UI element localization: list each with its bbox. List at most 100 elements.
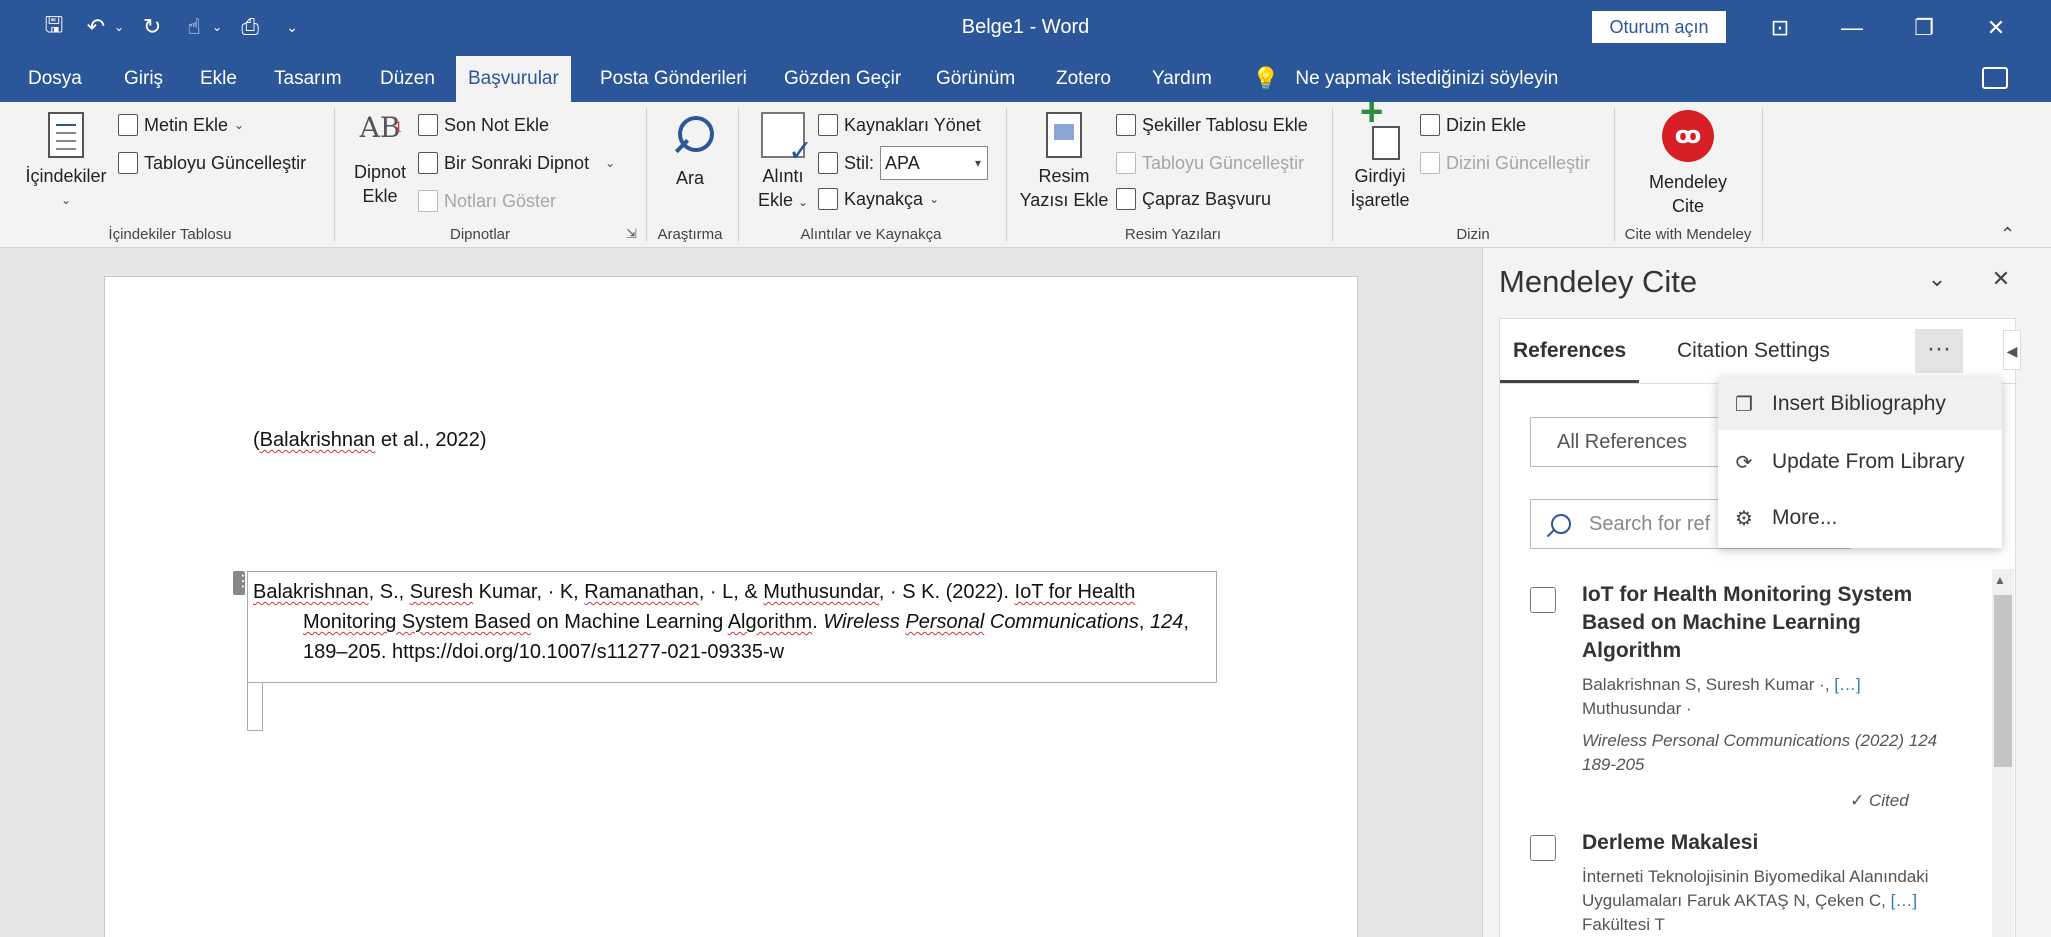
bibliography-button[interactable]: Kaynakça ⌄	[818, 188, 939, 210]
refresh-icon: ⟳	[1735, 451, 1753, 474]
tab-yardim[interactable]: Yardım	[1140, 56, 1224, 102]
signin-button[interactable]: Oturum açın	[1592, 11, 1726, 43]
cross-reference-button[interactable]: Çapraz Başvuru	[1116, 188, 1271, 210]
reference-checkbox[interactable]	[1530, 587, 1556, 613]
tab-gorunum[interactable]: Görünüm	[924, 56, 1027, 102]
group-label-captions: Resim Yazıları	[1124, 226, 1222, 243]
tell-me-search[interactable]: 💡 Ne yapmak istediğinizi söyleyin	[1252, 56, 1558, 102]
pane-options-icon[interactable]: ⌄	[1921, 266, 1953, 292]
authors-expand-link[interactable]: […]	[1834, 675, 1860, 694]
update-toc-button[interactable]: Tabloyu Güncelleştir	[118, 152, 306, 174]
redo-icon[interactable]: ↻	[138, 12, 166, 42]
insert-index-button[interactable]: Dizin Ekle	[1420, 114, 1526, 136]
bib-text: , · S K. (2022).	[878, 581, 1015, 603]
style-select[interactable]: APA ▾	[880, 146, 989, 180]
authors-text: Fakültesi T	[1582, 915, 1665, 934]
group-label-toc: İçindekiler Tablosu	[108, 226, 232, 243]
tab-references[interactable]: References	[1500, 319, 1640, 383]
add-text-button[interactable]: Metin Ekle ⌄	[118, 114, 244, 136]
touch-mode-icon[interactable]: ☝	[180, 12, 208, 42]
undo-dropdown-icon[interactable]: ⌄	[114, 20, 124, 34]
comments-icon[interactable]	[1982, 67, 2008, 89]
tab-zotero[interactable]: Zotero	[1044, 56, 1123, 102]
customize-qat-icon[interactable]: ⌄	[278, 12, 306, 42]
bib-title-4: Algorithm	[727, 611, 813, 633]
update-index-button[interactable]: Dizini Güncelleştir	[1420, 152, 1590, 174]
manage-sources-button[interactable]: Kaynakları Yönet	[818, 114, 981, 136]
update-figures-table-label: Tabloyu Güncelleştir	[1142, 152, 1305, 173]
bibliography-handle-icon[interactable]	[233, 571, 251, 595]
undo-icon[interactable]: ↶	[82, 12, 110, 42]
bib-volume: 124	[1149, 611, 1184, 633]
toc-button[interactable]: İçindekiler ⌄	[22, 112, 110, 212]
insert-endnote-button[interactable]: Son Not Ekle	[418, 114, 549, 136]
list-item[interactable]: IoT for Health Monitoring System Based o…	[1530, 581, 1970, 841]
pane-close-icon[interactable]: ✕	[1985, 266, 2017, 292]
menu-item-label: Insert Bibliography	[1772, 392, 1946, 415]
tab-dosya[interactable]: Dosya	[16, 56, 94, 102]
mendeley-cite-button[interactable]: ꝏ Mendeley Cite	[1622, 110, 1754, 218]
search-button[interactable]: Ara	[656, 114, 724, 190]
scroll-up-icon[interactable]: ▲	[1994, 573, 2006, 587]
caption-icon	[1046, 112, 1082, 158]
endnote-label: Son Not Ekle	[444, 114, 550, 135]
style-label: Stil:	[844, 152, 875, 173]
tab-posta[interactable]: Posta Gönderileri	[588, 56, 759, 102]
insert-index-icon	[1420, 114, 1440, 136]
check-icon: ✓	[1850, 791, 1865, 810]
authors-text: Muthusundar ·	[1582, 699, 1692, 718]
tab-citation-settings[interactable]: Citation Settings	[1664, 319, 1843, 383]
update-index-label: Dizini Güncelleştir	[1446, 152, 1591, 173]
citation-rest: et al., 2022)	[375, 429, 487, 451]
chevron-down-icon: ⌄	[60, 193, 72, 207]
group-label-index: Dizin	[1456, 226, 1490, 243]
document-page[interactable]: (Balakrishnan et al., 2022) Balakrishnan…	[104, 276, 1358, 937]
list-item[interactable]: Derleme Makalesi İnterneti Teknolojisini…	[1530, 829, 1970, 937]
authors-text: Balakrishnan S, Suresh Kumar ·,	[1582, 675, 1835, 694]
inline-citation[interactable]: (Balakrishnan et al., 2022)	[253, 429, 486, 452]
menu-item-label: Update From Library	[1772, 450, 1965, 473]
tab-ekle[interactable]: Ekle	[188, 56, 249, 102]
menu-item-insert-bibliography[interactable]: ❐ Insert Bibliography	[1718, 378, 2002, 430]
toc-icon	[48, 112, 84, 158]
tab-gozden-gecir[interactable]: Gözden Geçir	[772, 56, 913, 102]
bibliography-entry[interactable]: Balakrishnan, S., Suresh Kumar, · K, Ram…	[253, 577, 1213, 667]
style-icon	[818, 152, 838, 174]
more-options-button[interactable]: ···	[1915, 329, 1963, 373]
collapse-ribbon-icon[interactable]: ⌃	[2000, 224, 2015, 245]
footnote-dialog-launcher-icon[interactable]: ⇲	[626, 226, 637, 242]
insert-index-label: Dizin Ekle	[1446, 114, 1527, 135]
menu-item-more[interactable]: ⚙ More...	[1718, 492, 2002, 544]
mark-entry-button[interactable]: Girdiyi İşaretle	[1342, 100, 1418, 212]
pane-collapse-arrow-icon[interactable]: ◀	[2003, 330, 2021, 370]
restore-icon[interactable]: ❐	[1904, 12, 1944, 44]
next-footnote-button[interactable]: Bir Sonraki Dipnot ⌄	[418, 152, 615, 174]
insert-footnote-button[interactable]: AB 1 Dipnot Ekle	[344, 114, 416, 208]
update-figures-table-button[interactable]: Tabloyu Güncelleştir	[1116, 152, 1304, 174]
group-divider	[646, 108, 647, 242]
table-of-figures-label: Şekiller Tablosu Ekle	[1142, 114, 1308, 135]
show-notes-button[interactable]: Notları Göster	[418, 190, 556, 212]
ribbon-display-icon[interactable]: ⊡	[1760, 12, 1800, 44]
menu-item-update-from-library[interactable]: ⟳ Update From Library	[1718, 436, 2002, 488]
authors-expand-link[interactable]: […]	[1891, 891, 1917, 910]
tab-giris[interactable]: Giriş	[112, 56, 175, 102]
close-icon[interactable]: ✕	[1976, 12, 2016, 44]
ribbon-tab-bar: Dosya Giriş Ekle Tasarım Düzen Başvurula…	[0, 56, 2051, 102]
print-preview-icon[interactable]: ⎙	[236, 12, 264, 42]
table-of-figures-button[interactable]: Şekiller Tablosu Ekle	[1116, 114, 1308, 136]
bib-journal-3: Communications	[984, 611, 1139, 633]
bib-author-2: Suresh	[409, 581, 474, 603]
tab-tasarim[interactable]: Tasarım	[262, 56, 354, 102]
tab-duzen[interactable]: Düzen	[368, 56, 447, 102]
bib-journal-1: Wireless	[823, 611, 906, 633]
save-icon[interactable]: 🖫	[40, 12, 68, 42]
lightbulb-icon: 💡	[1252, 66, 1280, 91]
reference-checkbox[interactable]	[1530, 835, 1556, 861]
minimize-icon[interactable]: —	[1832, 12, 1872, 44]
insert-citation-button[interactable]: Alıntı Ekle ⌄	[748, 112, 818, 214]
tab-basvurular[interactable]: Başvurular	[456, 56, 571, 102]
insert-caption-button[interactable]: Resim Yazısı Ekle	[1018, 112, 1110, 212]
scrollbar-thumb[interactable]	[1994, 595, 2012, 767]
touch-dropdown-icon[interactable]: ⌄	[212, 20, 222, 34]
